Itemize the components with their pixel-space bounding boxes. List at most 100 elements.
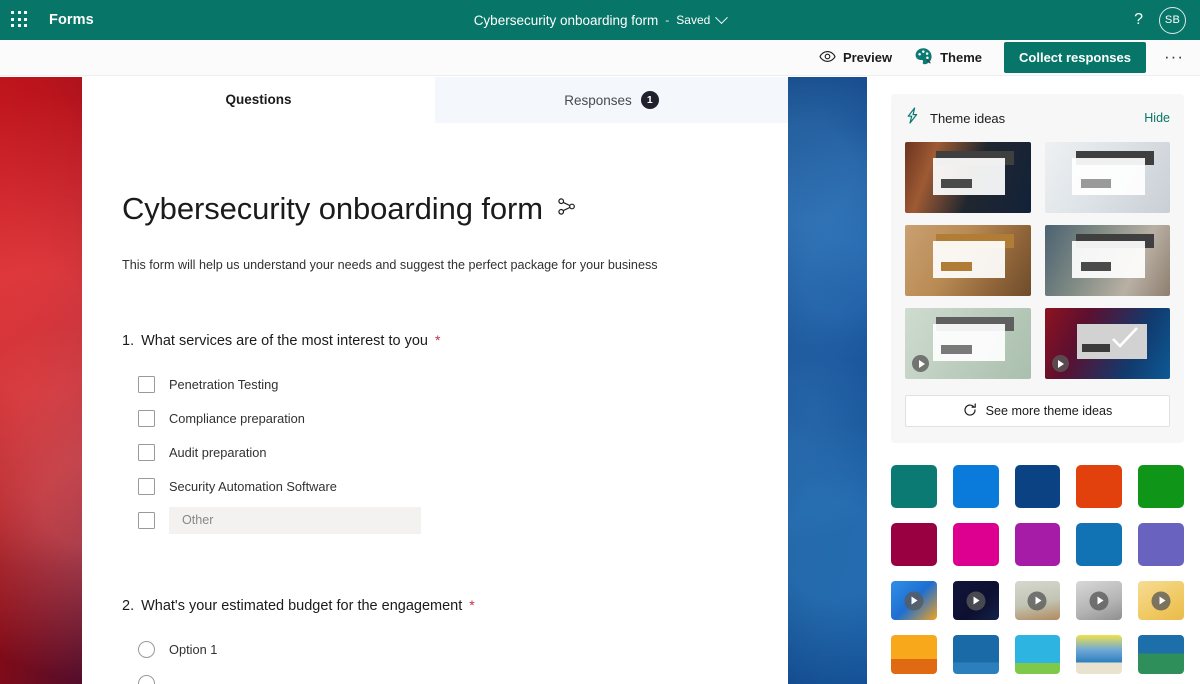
question-1-text: What services are of the most interest t… [141,333,428,349]
preview-button[interactable]: Preview [819,50,892,66]
color-swatch-orange[interactable] [1076,465,1123,508]
option-row[interactable]: Audit preparation [138,435,748,469]
color-swatch-magenta[interactable] [952,523,999,566]
form-tabs: Questions Responses 1 [82,77,788,123]
thumb-card [932,158,1006,196]
more-options-icon[interactable]: ··· [1164,48,1184,65]
color-swatch-steel-blue[interactable] [1076,523,1123,566]
command-bar: Preview Theme Collect responses ··· [0,40,1200,76]
radio-icon[interactable] [138,674,155,684]
video-theme-room-interior[interactable] [1014,581,1061,620]
hide-theme-ideas-link[interactable]: Hide [1144,111,1170,125]
app-launcher-icon[interactable] [11,11,29,29]
checkbox-icon[interactable] [138,477,155,495]
question-2[interactable]: 2. What's your estimated budget for the … [122,597,748,684]
play-icon[interactable] [912,355,929,372]
play-icon[interactable] [1089,591,1109,610]
video-theme-blue-abstract[interactable] [891,581,937,620]
theme-rail: Theme ideas Hide See more theme ideas [867,77,1200,684]
theme-thumbnail-microphone-stage[interactable] [905,225,1031,296]
responses-count-badge: 1 [640,91,659,109]
thumb-button-bar [1080,261,1111,272]
theme-color-swatches [891,465,1184,674]
theme-thumbnail-team-meeting[interactable] [1044,225,1170,296]
form-title-area: Cybersecurity onboarding form - Saved [0,10,1200,28]
option-label: Security Automation Software [169,478,337,494]
color-swatch-purple[interactable] [1014,523,1061,566]
theme-ideas-header: Theme ideas Hide [905,107,1170,129]
see-more-theme-ideas-button[interactable]: See more theme ideas [905,395,1170,427]
thumb-card [1072,158,1145,196]
collect-responses-button[interactable]: Collect responses [1004,42,1147,73]
theme-label: Theme [940,50,983,65]
form-heading-row: Cybersecurity onboarding form [122,191,748,227]
color-swatch-green[interactable] [1138,465,1184,508]
illustration-theme-row [891,635,1184,674]
illustration-theme-green-park[interactable] [1138,635,1184,674]
color-swatch-maroon[interactable] [891,523,937,566]
question-1-title: 1. What services are of the most interes… [122,332,748,349]
option-row[interactable] [138,666,748,684]
app-bar-right-group: ? SB [1134,6,1186,34]
checkbox-icon[interactable] [138,443,155,461]
theme-ideas-card: Theme ideas Hide See more theme ideas [891,94,1184,443]
chevron-down-icon[interactable] [715,10,729,24]
form-title-top[interactable]: Cybersecurity onboarding form [474,13,659,28]
form-description[interactable]: This form will help us understand your n… [122,258,748,272]
question-1-number: 1. [122,333,135,349]
illustration-theme-golf-hill[interactable] [1076,635,1123,674]
avatar[interactable]: SB [1159,6,1186,34]
play-icon[interactable] [904,591,924,610]
color-swatch-navy[interactable] [1014,465,1061,508]
theme-thumbnail-woman-laptop[interactable] [905,142,1031,213]
theme-thumbnail-office-bright[interactable] [1044,142,1170,213]
color-swatch-violet[interactable] [1138,523,1184,566]
question-1[interactable]: 1. What services are of the most interes… [122,332,748,537]
title-separator: - [665,13,670,27]
question-2-title: 2. What's your estimated budget for the … [122,597,748,614]
play-icon[interactable] [1027,591,1047,610]
option-row[interactable]: Compliance preparation [138,401,748,435]
play-icon[interactable] [1051,355,1069,372]
color-swatch-teal[interactable] [891,465,937,508]
checkbox-icon[interactable] [138,511,155,529]
question-1-required-star: * [435,332,441,348]
theme-thumbnail-data-dashboard[interactable] [1044,308,1170,379]
help-icon[interactable]: ? [1134,12,1143,28]
palette-icon [914,47,933,68]
branching-icon[interactable] [557,197,576,221]
video-theme-grey-studio[interactable] [1076,581,1123,620]
thumb-card [932,241,1006,279]
other-input[interactable]: Other [169,506,421,534]
form-sheet: Questions Responses 1 Cybersecurity onbo… [82,77,788,684]
lightbulb-bolt-icon [905,107,920,129]
radio-icon[interactable] [138,640,155,658]
tab-responses[interactable]: Responses 1 [435,77,788,123]
theme-thumbnail-chalkboard-green[interactable] [905,308,1031,379]
video-theme-yellow-paper[interactable] [1138,581,1184,620]
illustration-theme-blue-city[interactable] [952,635,999,674]
color-swatch-row-2 [891,523,1184,566]
play-icon[interactable] [1151,591,1171,610]
checkbox-icon[interactable] [138,375,155,393]
illustration-theme-orange-game[interactable] [891,635,937,674]
tab-questions[interactable]: Questions [82,77,435,123]
page-title[interactable]: Cybersecurity onboarding form [122,191,543,227]
save-status: Saved [676,13,711,27]
app-brand-forms[interactable]: Forms [49,12,94,28]
checkbox-icon[interactable] [138,409,155,427]
question-2-text: What's your estimated budget for the eng… [141,598,463,614]
color-swatch-blue[interactable] [952,465,999,508]
refresh-icon [963,402,977,420]
option-row[interactable]: Option 1 [138,632,748,666]
option-row[interactable]: Penetration Testing [138,367,748,401]
illustration-theme-sky-clouds[interactable] [1014,635,1061,674]
play-icon[interactable] [966,591,986,610]
option-row-other[interactable]: Other [138,503,748,537]
form-canvas-background: Questions Responses 1 Cybersecurity onbo… [0,77,867,684]
option-row[interactable]: Security Automation Software [138,469,748,503]
thumb-button-bar [1080,178,1111,189]
video-theme-dark-ocean[interactable] [952,581,999,620]
theme-button[interactable]: Theme [914,47,982,68]
option-label: Penetration Testing [169,376,279,392]
